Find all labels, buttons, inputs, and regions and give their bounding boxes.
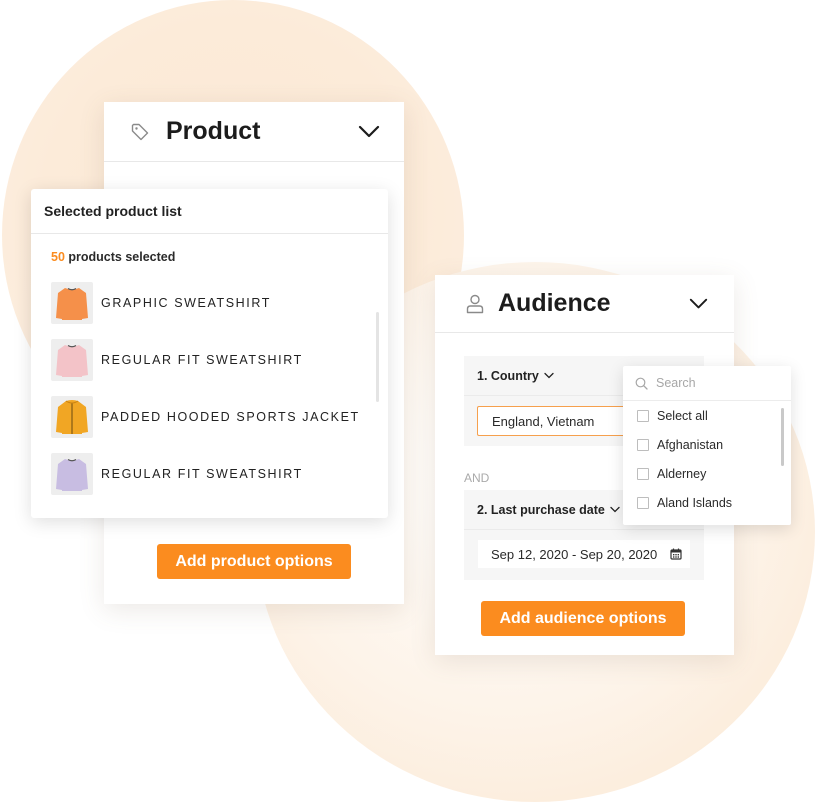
date-range-value: Sep 12, 2020 - Sep 20, 2020 <box>491 546 658 562</box>
selected-count: 50 products selected <box>31 234 388 274</box>
product-thumbnail <box>51 452 93 495</box>
checkbox[interactable] <box>637 438 649 451</box>
option-label: Afghanistan <box>657 437 724 452</box>
country-search-input[interactable]: Search <box>623 366 791 401</box>
product-card-title: Product <box>166 117 261 145</box>
product-name: REGULAR FIT SWEATSHIRT <box>101 352 303 367</box>
selected-product-list-panel: Selected product list 50 products select… <box>31 189 388 518</box>
product-card-header[interactable]: Product <box>104 102 404 162</box>
date-range-input[interactable]: Sep 12, 2020 - Sep 20, 2020 <box>478 540 690 568</box>
checkbox[interactable] <box>637 496 649 509</box>
selected-count-number: 50 <box>51 250 65 264</box>
product-list: GRAPHIC SWEATSHIRT REGULAR FIT SWEATSHIRT… <box>31 274 388 502</box>
country-option[interactable]: Alderney <box>623 459 791 488</box>
option-label: Alderney <box>657 466 707 481</box>
last-purchase-date-label: 2. Last purchase date <box>477 502 605 517</box>
country-dropdown-scrollbar[interactable] <box>781 408 784 466</box>
selected-product-list-title: Selected product list <box>31 189 388 234</box>
search-placeholder: Search <box>656 376 696 390</box>
product-name: REGULAR FIT SWEATSHIRT <box>101 466 303 481</box>
product-thumbnail <box>51 281 93 324</box>
chevron-down-icon <box>544 372 554 379</box>
chevron-down-icon <box>610 506 620 513</box>
sweatshirt-image <box>56 344 88 377</box>
country-dropdown: Search Select all Afghanistan Alderney Alan… <box>623 366 791 525</box>
country-option[interactable]: Aland Islands <box>623 488 791 517</box>
country-options: Select all Afghanistan Alderney Aland Islan… <box>623 401 791 517</box>
jacket-image <box>56 399 88 434</box>
chevron-down-icon[interactable] <box>689 298 708 310</box>
checkbox[interactable] <box>637 409 649 422</box>
option-label: Select all <box>657 408 708 423</box>
user-icon <box>466 294 484 313</box>
audience-card-header[interactable]: Audience <box>435 275 734 333</box>
product-list-item[interactable]: PADDED HOODED SPORTS JACKET <box>31 388 388 445</box>
and-connector: AND <box>464 471 490 485</box>
add-audience-options-button[interactable]: Add audience options <box>481 601 685 636</box>
tag-icon <box>131 123 149 140</box>
search-icon <box>635 377 648 390</box>
country-input[interactable]: England, Vietnam <box>477 406 637 436</box>
product-thumbnail <box>51 395 93 438</box>
option-label: Aland Islands <box>657 495 733 510</box>
sweatshirt-image <box>56 458 88 491</box>
selected-count-label: products selected <box>68 250 176 264</box>
checkbox[interactable] <box>637 467 649 480</box>
calendar-icon[interactable] <box>670 548 682 560</box>
product-list-scrollbar[interactable] <box>376 312 379 402</box>
add-product-options-button[interactable]: Add product options <box>157 544 351 579</box>
chevron-down-icon[interactable] <box>358 125 380 139</box>
product-list-item[interactable]: REGULAR FIT SWEATSHIRT <box>31 445 388 502</box>
product-list-item[interactable]: GRAPHIC SWEATSHIRT <box>31 274 388 331</box>
select-all-option[interactable]: Select all <box>623 401 791 430</box>
product-name: GRAPHIC SWEATSHIRT <box>101 295 272 310</box>
product-list-item[interactable]: REGULAR FIT SWEATSHIRT <box>31 331 388 388</box>
audience-card-title: Audience <box>498 289 611 317</box>
country-option[interactable]: Afghanistan <box>623 430 791 459</box>
sweatshirt-image <box>56 287 88 320</box>
product-name: PADDED HOODED SPORTS JACKET <box>101 409 360 424</box>
product-thumbnail <box>51 338 93 381</box>
country-filter-label: 1. Country <box>477 368 539 383</box>
